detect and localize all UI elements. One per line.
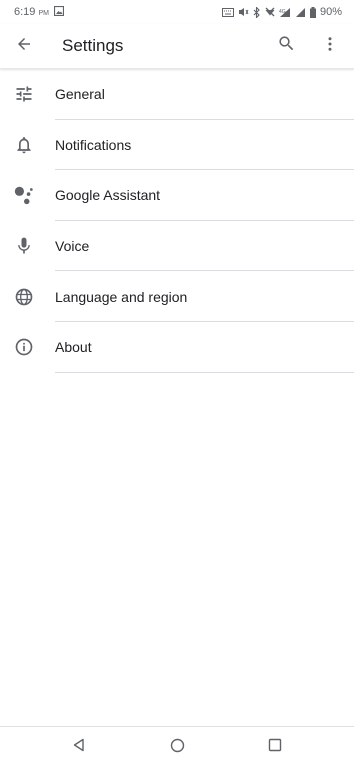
speaker-icon: [238, 7, 249, 17]
status-left: 6:19 PM: [14, 5, 65, 19]
page-title: Settings: [62, 36, 124, 55]
bell-icon: [0, 120, 55, 170]
status-time: 6:19 PM: [14, 6, 49, 18]
app-bar: Settings: [0, 24, 354, 69]
system-nav-bar: [0, 726, 354, 768]
mic-icon: [0, 221, 55, 271]
keyboard-icon: [221, 7, 234, 17]
settings-item-notifications[interactable]: Notifications: [0, 120, 354, 171]
settings-item-label: Language and region: [55, 288, 188, 305]
settings-item-label: Google Assistant: [55, 187, 161, 204]
settings-item-label: Voice: [55, 238, 90, 255]
settings-list: General Notifications Google Assistant V…: [0, 69, 354, 373]
bluetooth-icon: [253, 6, 261, 18]
svg-text:4G: 4G: [279, 9, 286, 15]
tune-icon: [0, 69, 55, 119]
square-recents-icon: [268, 738, 282, 757]
image-notification-icon: [53, 5, 65, 19]
nav-back-button[interactable]: [59, 728, 99, 768]
settings-item-language-and-region[interactable]: Language and region: [0, 271, 354, 322]
battery-icon: [309, 6, 316, 18]
settings-item-label: General: [55, 86, 105, 103]
back-button[interactable]: [2, 24, 46, 68]
settings-item-label: Notifications: [55, 136, 132, 153]
battery-percent: 90%: [319, 6, 342, 18]
settings-item-about[interactable]: About: [0, 322, 354, 373]
lte-signal-icon: 4G: [279, 7, 291, 18]
settings-item-voice[interactable]: Voice: [0, 221, 354, 272]
assistant-icon: [0, 170, 55, 220]
triangle-back-icon: [72, 738, 86, 757]
status-right: 4G 90%: [221, 6, 342, 18]
nav-home-button[interactable]: [157, 728, 197, 768]
settings-item-label: About: [55, 339, 92, 356]
status-time-value: 6:19: [14, 6, 36, 18]
info-icon: [0, 322, 55, 372]
globe-icon: [0, 272, 55, 322]
nav-recents-button[interactable]: [255, 728, 295, 768]
circle-home-icon: [170, 738, 185, 758]
more-vert-icon: [321, 35, 339, 58]
vibrate-icon: [265, 7, 275, 17]
settings-item-general[interactable]: General: [0, 69, 354, 120]
divider: [55, 371, 354, 373]
search-button[interactable]: [264, 24, 308, 68]
cell-signal-icon: [295, 7, 306, 18]
search-icon: [277, 34, 296, 58]
status-bar: 6:19 PM 4G 90%: [0, 0, 354, 24]
arrow-back-icon: [15, 35, 33, 58]
settings-item-google-assistant[interactable]: Google Assistant: [0, 170, 354, 221]
more-options-button[interactable]: [308, 24, 352, 68]
status-ampm: PM: [38, 10, 49, 17]
